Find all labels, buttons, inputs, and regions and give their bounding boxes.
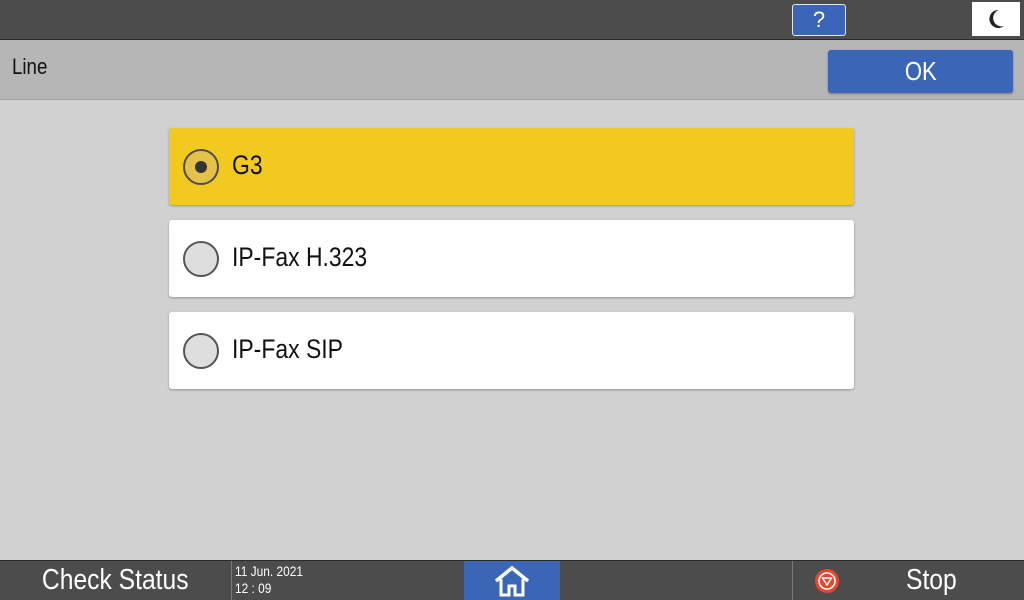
- energy-saver-button[interactable]: [972, 2, 1020, 36]
- option-label: G3: [232, 150, 263, 180]
- date-time-display: 11 Jun. 2021 12 : 09: [235, 563, 303, 597]
- stop-button[interactable]: Stop: [794, 561, 1024, 600]
- option-ip-fax-sip[interactable]: IP-Fax SIP: [169, 312, 854, 389]
- home-button[interactable]: [464, 561, 560, 600]
- option-label: IP-Fax SIP: [232, 334, 343, 364]
- option-label: IP-Fax H.323: [232, 242, 368, 272]
- stop-icon: [815, 569, 839, 593]
- home-icon: [494, 565, 530, 596]
- moon-icon: [989, 9, 1004, 28]
- stop-label: Stop: [906, 564, 957, 596]
- radio-button[interactable]: [183, 333, 219, 369]
- radio-button[interactable]: [183, 241, 219, 277]
- ok-button[interactable]: OK: [828, 50, 1013, 93]
- page-title: Line: [12, 54, 48, 79]
- top-bar: ?: [0, 0, 1024, 40]
- divider: [231, 561, 232, 600]
- radio-button-selected[interactable]: [183, 149, 219, 185]
- time-text: 12 : 09: [235, 580, 272, 596]
- screen-header: Line OK: [0, 40, 1024, 100]
- date-text: 11 Jun. 2021: [235, 563, 303, 579]
- ok-button-label: OK: [904, 56, 937, 86]
- divider: [792, 561, 793, 600]
- option-g3[interactable]: G3: [169, 128, 854, 205]
- option-ip-fax-h323[interactable]: IP-Fax H.323: [169, 220, 854, 297]
- bottom-bar: Check Status 11 Jun. 2021 12 : 09 Stop: [0, 560, 1024, 600]
- radio-dot: [195, 161, 207, 173]
- check-status-label: Check Status: [41, 564, 189, 596]
- check-status-button[interactable]: Check Status: [0, 561, 230, 600]
- help-button[interactable]: ?: [792, 4, 846, 36]
